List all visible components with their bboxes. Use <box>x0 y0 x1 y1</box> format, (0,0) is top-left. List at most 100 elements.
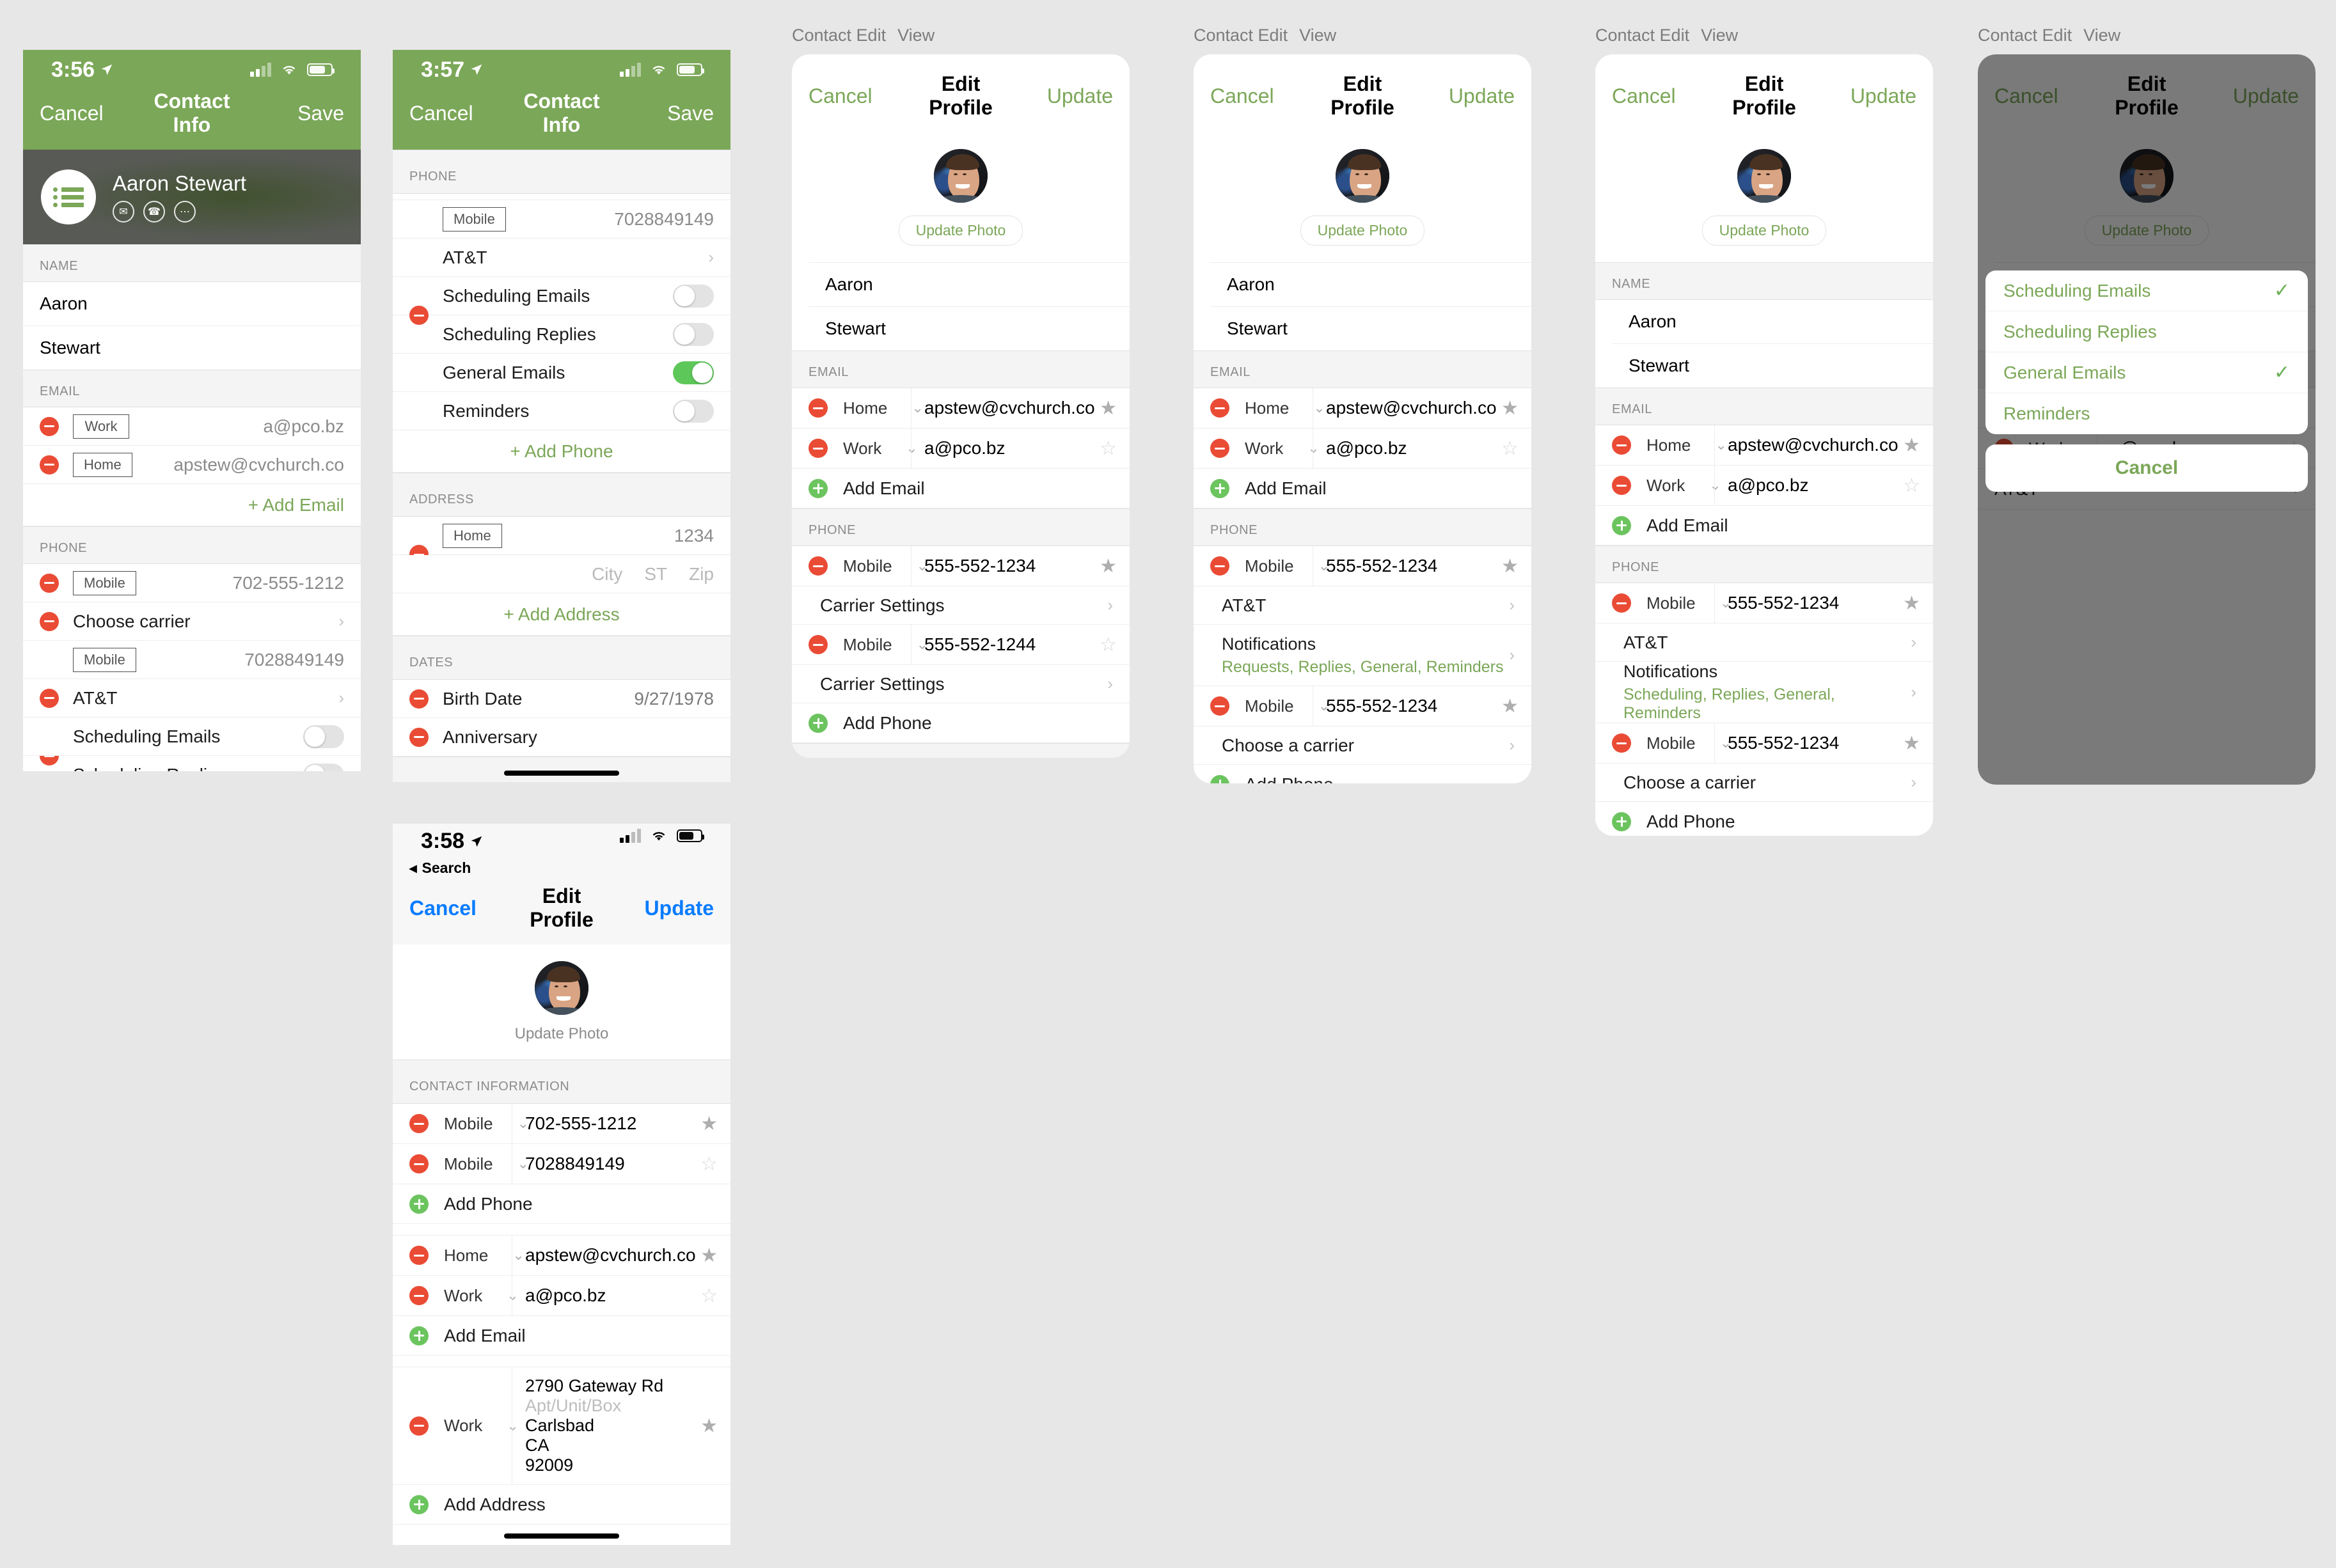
carrier-label[interactable]: AT&T <box>443 247 487 268</box>
scheduling-emails-toggle[interactable] <box>303 725 344 748</box>
phone-row[interactable]: Mobile ⌄ 555-552-1234 ★ <box>792 546 1130 586</box>
phone-type[interactable]: Mobile <box>843 556 892 576</box>
update-button[interactable]: Update <box>1011 84 1113 108</box>
phone-row[interactable]: Mobile 702-555-1212 <box>23 564 361 602</box>
carrier-settings-row[interactable]: Carrier Settings › <box>792 665 1130 703</box>
remove-icon[interactable] <box>809 635 828 654</box>
cancel-button[interactable]: Cancel <box>1210 84 1313 108</box>
phone-row[interactable]: Mobile ⌄ 7028849149 ☆ <box>393 1144 730 1184</box>
phone-value[interactable]: 555-552-1234 <box>1728 593 1839 613</box>
add-icon[interactable] <box>1210 774 1229 783</box>
email-value[interactable]: a@pco.bz <box>525 1285 606 1306</box>
state-field[interactable]: ST <box>644 564 667 584</box>
date-row-anniversary[interactable]: Anniversary <box>393 718 730 757</box>
remove-icon[interactable] <box>1210 398 1229 418</box>
email-value[interactable]: a@pco.bz <box>1728 475 1809 496</box>
add-email-button[interactable]: Add Email <box>792 469 1130 508</box>
profile-photo[interactable] <box>535 961 588 1015</box>
email-value[interactable]: a@pco.bz <box>924 438 1006 459</box>
remove-icon[interactable] <box>40 756 59 765</box>
remove-icon[interactable] <box>409 1154 429 1173</box>
carrier-row[interactable]: Choose carrier › <box>23 602 361 641</box>
carrier-label[interactable]: AT&T <box>73 688 117 709</box>
email-row[interactable]: Home ⌄ apstew@cvchurch.co ★ <box>393 1235 730 1276</box>
email-type[interactable]: Home <box>1245 398 1289 418</box>
first-name-field[interactable]: Aaron <box>23 282 361 326</box>
last-name-field[interactable]: Stewart <box>1612 344 1933 388</box>
update-button[interactable]: Update <box>1814 84 1916 108</box>
cancel-button[interactable]: Cancel <box>1612 84 1714 108</box>
remove-icon[interactable] <box>1612 435 1631 455</box>
add-icon[interactable] <box>409 1194 429 1214</box>
remove-icon[interactable] <box>1210 696 1229 716</box>
add-email-button[interactable]: + Add Email <box>23 484 361 526</box>
phone-value[interactable]: 702-555-1212 <box>525 1113 636 1134</box>
phone-icon[interactable]: ☎ <box>143 201 165 223</box>
remove-icon[interactable] <box>40 455 59 474</box>
email-value[interactable]: apstew@cvchurch.co <box>1728 435 1898 455</box>
add-phone-button[interactable]: Add Phone <box>1194 765 1531 783</box>
address-row[interactable]: Work ⌄ 2790 Gateway Rd Apt/Unit/Box Carl… <box>393 1367 730 1485</box>
add-email-button[interactable]: Add Email <box>1595 506 1933 545</box>
remove-icon[interactable] <box>1210 439 1229 458</box>
scheduling-replies-toggle[interactable] <box>303 764 344 771</box>
remove-icon[interactable] <box>409 727 429 747</box>
action-sheet-option-reminders[interactable]: Reminders <box>1985 393 2308 434</box>
phone-value[interactable]: 555-552-1234 <box>1326 556 1437 576</box>
add-email-button[interactable]: Add Email <box>393 1316 730 1356</box>
address-state[interactable]: CA <box>525 1436 718 1455</box>
action-sheet-cancel-button[interactable]: Cancel <box>1985 444 2308 492</box>
cancel-button[interactable]: Cancel <box>409 102 512 125</box>
email-row[interactable]: Home ⌄ apstew@cvchurch.co ★ <box>1194 388 1531 428</box>
phone-type-mobile[interactable]: Mobile <box>73 570 136 595</box>
scheduling-emails-toggle[interactable] <box>673 284 714 308</box>
date-row-birth[interactable]: Birth Date 9/27/1978 <box>393 680 730 718</box>
phone-type[interactable]: Mobile <box>843 635 892 655</box>
last-name-field[interactable]: Stewart <box>809 307 1130 350</box>
phone-value[interactable]: 7028849149 <box>525 1154 625 1174</box>
phone-value[interactable]: 7028849149 <box>244 650 344 670</box>
email-value[interactable]: apstew@cvchurch.co <box>924 398 1095 418</box>
primary-star-icon[interactable]: ★ <box>1100 397 1117 419</box>
update-button[interactable]: Update <box>612 897 714 920</box>
primary-star-icon[interactable]: ★ <box>1903 732 1920 755</box>
phone-row[interactable]: Mobile ⌄ 555-552-1244 ☆ <box>792 625 1130 665</box>
primary-star-outline-icon[interactable]: ☆ <box>1100 437 1117 460</box>
toggle-row[interactable]: General Emails <box>393 354 730 392</box>
phone-row[interactable]: Mobile 7028849149 <box>23 641 361 679</box>
add-address-button[interactable]: Add Address <box>393 1485 730 1525</box>
primary-star-icon[interactable]: ★ <box>700 1415 718 1437</box>
primary-star-outline-icon[interactable]: ☆ <box>1100 634 1117 656</box>
scheduling-replies-toggle[interactable] <box>673 322 714 346</box>
cancel-button[interactable]: Cancel <box>40 102 142 125</box>
toggle-row[interactable]: Scheduling Emails <box>393 277 730 315</box>
add-icon[interactable] <box>1612 811 1631 831</box>
add-icon[interactable] <box>809 713 828 733</box>
first-name-field[interactable]: Aaron <box>1210 262 1531 307</box>
primary-star-icon[interactable]: ★ <box>1903 434 1920 457</box>
carrier-settings-row[interactable]: Carrier Settings › <box>792 586 1130 625</box>
add-icon[interactable] <box>1210 478 1229 498</box>
first-name-field[interactable]: Aaron <box>809 262 1130 307</box>
email-value[interactable]: a@pco.bz <box>1326 438 1407 459</box>
action-sheet-option-scheduling-emails[interactable]: Scheduling Emails ✓ <box>1985 270 2308 311</box>
cancel-button[interactable]: Cancel <box>809 84 911 108</box>
remove-icon[interactable] <box>809 556 828 576</box>
email-type[interactable]: Home <box>444 1246 488 1266</box>
address-type-home[interactable]: Home <box>443 523 502 548</box>
email-value[interactable]: apstew@cvchurch.co <box>1326 398 1497 418</box>
update-photo-button[interactable]: Update Photo <box>515 1025 609 1043</box>
remove-icon[interactable] <box>1612 733 1631 753</box>
email-type[interactable]: Work <box>1646 476 1685 496</box>
add-phone-button[interactable]: + Add Phone <box>393 430 730 473</box>
date-value[interactable]: 9/27/1978 <box>634 689 714 709</box>
address-row[interactable]: Home 1234 <box>393 517 730 564</box>
remove-icon[interactable] <box>409 306 429 325</box>
primary-star-outline-icon[interactable]: ☆ <box>1903 474 1920 497</box>
profile-photo[interactable] <box>1737 149 1791 203</box>
phone-type[interactable]: Mobile <box>1646 593 1696 613</box>
carrier-row[interactable]: AT&T › <box>1194 586 1531 625</box>
phone-value[interactable]: 555-552-1244 <box>924 634 1036 655</box>
phone-row[interactable]: Mobile ⌄ 555-552-1234 ★ <box>1595 723 1933 764</box>
phone-value[interactable]: 555-552-1234 <box>1326 696 1437 716</box>
